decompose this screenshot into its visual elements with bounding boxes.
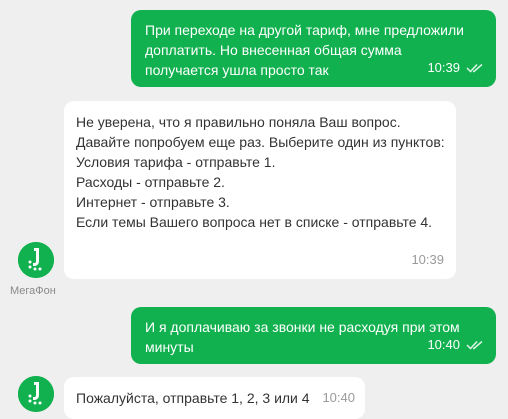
message-time: 10:39 <box>411 252 444 267</box>
message-time: 10:40 <box>322 390 355 405</box>
message-text: Не уверена, что я правильно поняла Ваш в… <box>76 114 445 230</box>
bot-avatar <box>18 242 54 278</box>
message-text: Пожалуйста, отправьте 1, 2, 3 или 4 <box>76 390 310 406</box>
message-meta: 10:39 <box>427 58 484 78</box>
double-check-icon <box>466 340 483 350</box>
message-text: При переходе на другой тариф, мне предло… <box>145 22 464 78</box>
megafon-logo-icon <box>18 376 54 412</box>
outgoing-message-bubble: И я доплачиваю за звонки не расходуя при… <box>131 307 496 364</box>
message-meta: 10:40 <box>427 335 484 355</box>
message-meta: 10:39 <box>411 250 444 270</box>
incoming-message-bubble: Не уверена, что я правильно поняла Ваш в… <box>64 101 456 279</box>
message-time: 10:40 <box>427 337 460 352</box>
megafon-logo-icon <box>18 242 54 278</box>
bot-avatar <box>18 376 54 412</box>
outgoing-message-bubble: При переходе на другой тариф, мне предло… <box>131 10 496 87</box>
message-time: 10:39 <box>427 60 460 75</box>
bot-name-label: МегаФон <box>10 285 56 297</box>
double-check-icon <box>466 63 483 73</box>
message-meta: 10:40 <box>322 388 355 408</box>
incoming-message-bubble: Пожалуйста, отправьте 1, 2, 3 или 4 10:4… <box>64 377 365 419</box>
message-text: И я доплачиваю за звонки не расходуя при… <box>145 319 460 355</box>
